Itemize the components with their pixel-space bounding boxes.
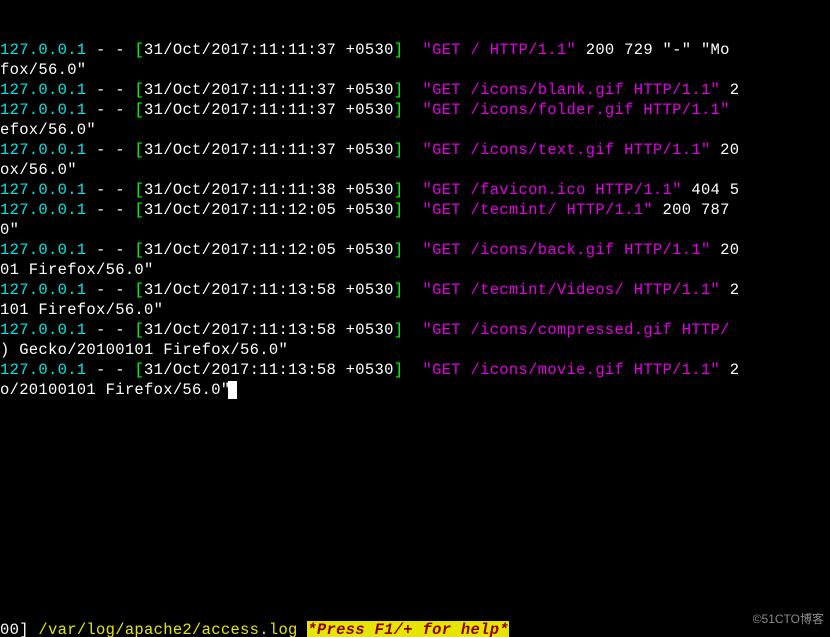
bracket-close-icon: ]	[394, 201, 404, 219]
http-request: "GET / HTTP/1.1"	[423, 41, 577, 59]
bracket-open-icon: [	[134, 281, 144, 299]
timestamp: 31/Oct/2017:11:11:37 +0530	[144, 81, 394, 99]
client-ip: 127.0.0.1	[0, 81, 86, 99]
timestamp: 31/Oct/2017:11:12:05 +0530	[144, 201, 394, 219]
http-request: "GET /icons/back.gif HTTP/1.1"	[423, 241, 711, 259]
bracket-open-icon: [	[134, 361, 144, 379]
client-ip: 127.0.0.1	[0, 41, 86, 59]
bracket-close-icon: ]	[394, 321, 404, 339]
access-log-line: 127.0.0.1 - - [31/Oct/2017:11:11:37 +053…	[0, 100, 830, 120]
bracket-close-icon: ]	[394, 101, 404, 119]
client-ip: 127.0.0.1	[0, 321, 86, 339]
http-request: "GET /icons/blank.gif HTTP/1.1"	[423, 81, 721, 99]
timestamp: 31/Oct/2017:11:13:58 +0530	[144, 321, 394, 339]
http-request: "GET /tecmint/ HTTP/1.1"	[423, 201, 653, 219]
access-log-line: 127.0.0.1 - - [31/Oct/2017:11:11:37 +053…	[0, 140, 830, 160]
client-ip: 127.0.0.1	[0, 141, 86, 159]
client-ip: 127.0.0.1	[0, 361, 86, 379]
bracket-close-icon: ]	[394, 281, 404, 299]
bracket-open-icon: [	[134, 101, 144, 119]
access-log-line: 127.0.0.1 - - [31/Oct/2017:11:11:37 +053…	[0, 80, 830, 100]
access-log-wrap: 101 Firefox/56.0"	[0, 300, 830, 320]
client-ip: 127.0.0.1	[0, 201, 86, 219]
http-request: "GET /favicon.ico HTTP/1.1"	[423, 181, 682, 199]
http-request: "GET /icons/text.gif HTTP/1.1"	[423, 141, 711, 159]
access-log-wrap: 01 Firefox/56.0"	[0, 260, 830, 280]
timestamp: 31/Oct/2017:11:11:37 +0530	[144, 101, 394, 119]
access-log-wrap: ) Gecko/20100101 Firefox/56.0"	[0, 340, 830, 360]
bracket-close-icon: ]	[394, 41, 404, 59]
status-left: 00]	[0, 621, 29, 637]
client-ip: 127.0.0.1	[0, 101, 86, 119]
access-log-line: 127.0.0.1 - - [31/Oct/2017:11:13:58 +053…	[0, 280, 830, 300]
text-cursor	[228, 381, 237, 399]
bracket-close-icon: ]	[394, 81, 404, 99]
watermark: ©51CTO博客	[753, 609, 824, 629]
http-request: "GET /icons/compressed.gif HTTP/	[423, 321, 730, 339]
bracket-close-icon: ]	[394, 361, 404, 379]
timestamp: 31/Oct/2017:11:11:38 +0530	[144, 181, 394, 199]
access-log-line: 127.0.0.1 - - [31/Oct/2017:11:11:38 +053…	[0, 180, 830, 200]
timestamp: 31/Oct/2017:11:13:58 +0530	[144, 281, 394, 299]
access-log-wrap: ox/56.0"	[0, 160, 830, 180]
access-log-line: 127.0.0.1 - - [31/Oct/2017:11:13:58 +053…	[0, 320, 830, 340]
client-ip: 127.0.0.1	[0, 241, 86, 259]
status-file-path: /var/log/apache2/access.log	[29, 621, 307, 637]
bracket-open-icon: [	[134, 141, 144, 159]
timestamp: 31/Oct/2017:11:11:37 +0530	[144, 41, 394, 59]
timestamp: 31/Oct/2017:11:11:37 +0530	[144, 141, 394, 159]
bracket-open-icon: [	[134, 41, 144, 59]
bracket-open-icon: [	[134, 241, 144, 259]
status-bar: 00] /var/log/apache2/access.log *Press F…	[0, 620, 830, 637]
access-log-line: 127.0.0.1 - - [31/Oct/2017:11:11:37 +053…	[0, 40, 830, 60]
http-request: "GET /icons/movie.gif HTTP/1.1"	[423, 361, 721, 379]
access-log-wrap: o/20100101 Firefox/56.0"	[0, 380, 830, 400]
access-log-line: 127.0.0.1 - - [31/Oct/2017:11:12:05 +053…	[0, 240, 830, 260]
http-request: "GET /tecmint/Videos/ HTTP/1.1"	[423, 281, 721, 299]
access-log-line: 127.0.0.1 - - [31/Oct/2017:11:13:58 +053…	[0, 360, 830, 380]
bracket-open-icon: [	[134, 81, 144, 99]
bracket-close-icon: ]	[394, 241, 404, 259]
timestamp: 31/Oct/2017:11:13:58 +0530	[144, 361, 394, 379]
bracket-close-icon: ]	[394, 141, 404, 159]
client-ip: 127.0.0.1	[0, 281, 86, 299]
access-log-wrap: 0"	[0, 220, 830, 240]
bracket-open-icon: [	[134, 201, 144, 219]
bracket-close-icon: ]	[394, 181, 404, 199]
bracket-open-icon: [	[134, 321, 144, 339]
timestamp: 31/Oct/2017:11:12:05 +0530	[144, 241, 394, 259]
http-request: "GET /icons/folder.gif HTTP/1.1"	[423, 101, 730, 119]
client-ip: 127.0.0.1	[0, 181, 86, 199]
access-log-wrap: efox/56.0"	[0, 120, 830, 140]
help-hint: *Press F1/+ for help*	[307, 621, 509, 637]
bracket-open-icon: [	[134, 181, 144, 199]
blank-gap	[0, 440, 830, 580]
access-log-line: 127.0.0.1 - - [31/Oct/2017:11:12:05 +053…	[0, 200, 830, 220]
access-log-pane[interactable]: 127.0.0.1 - - [31/Oct/2017:11:11:37 +053…	[0, 40, 830, 400]
access-log-wrap: fox/56.0"	[0, 60, 830, 80]
